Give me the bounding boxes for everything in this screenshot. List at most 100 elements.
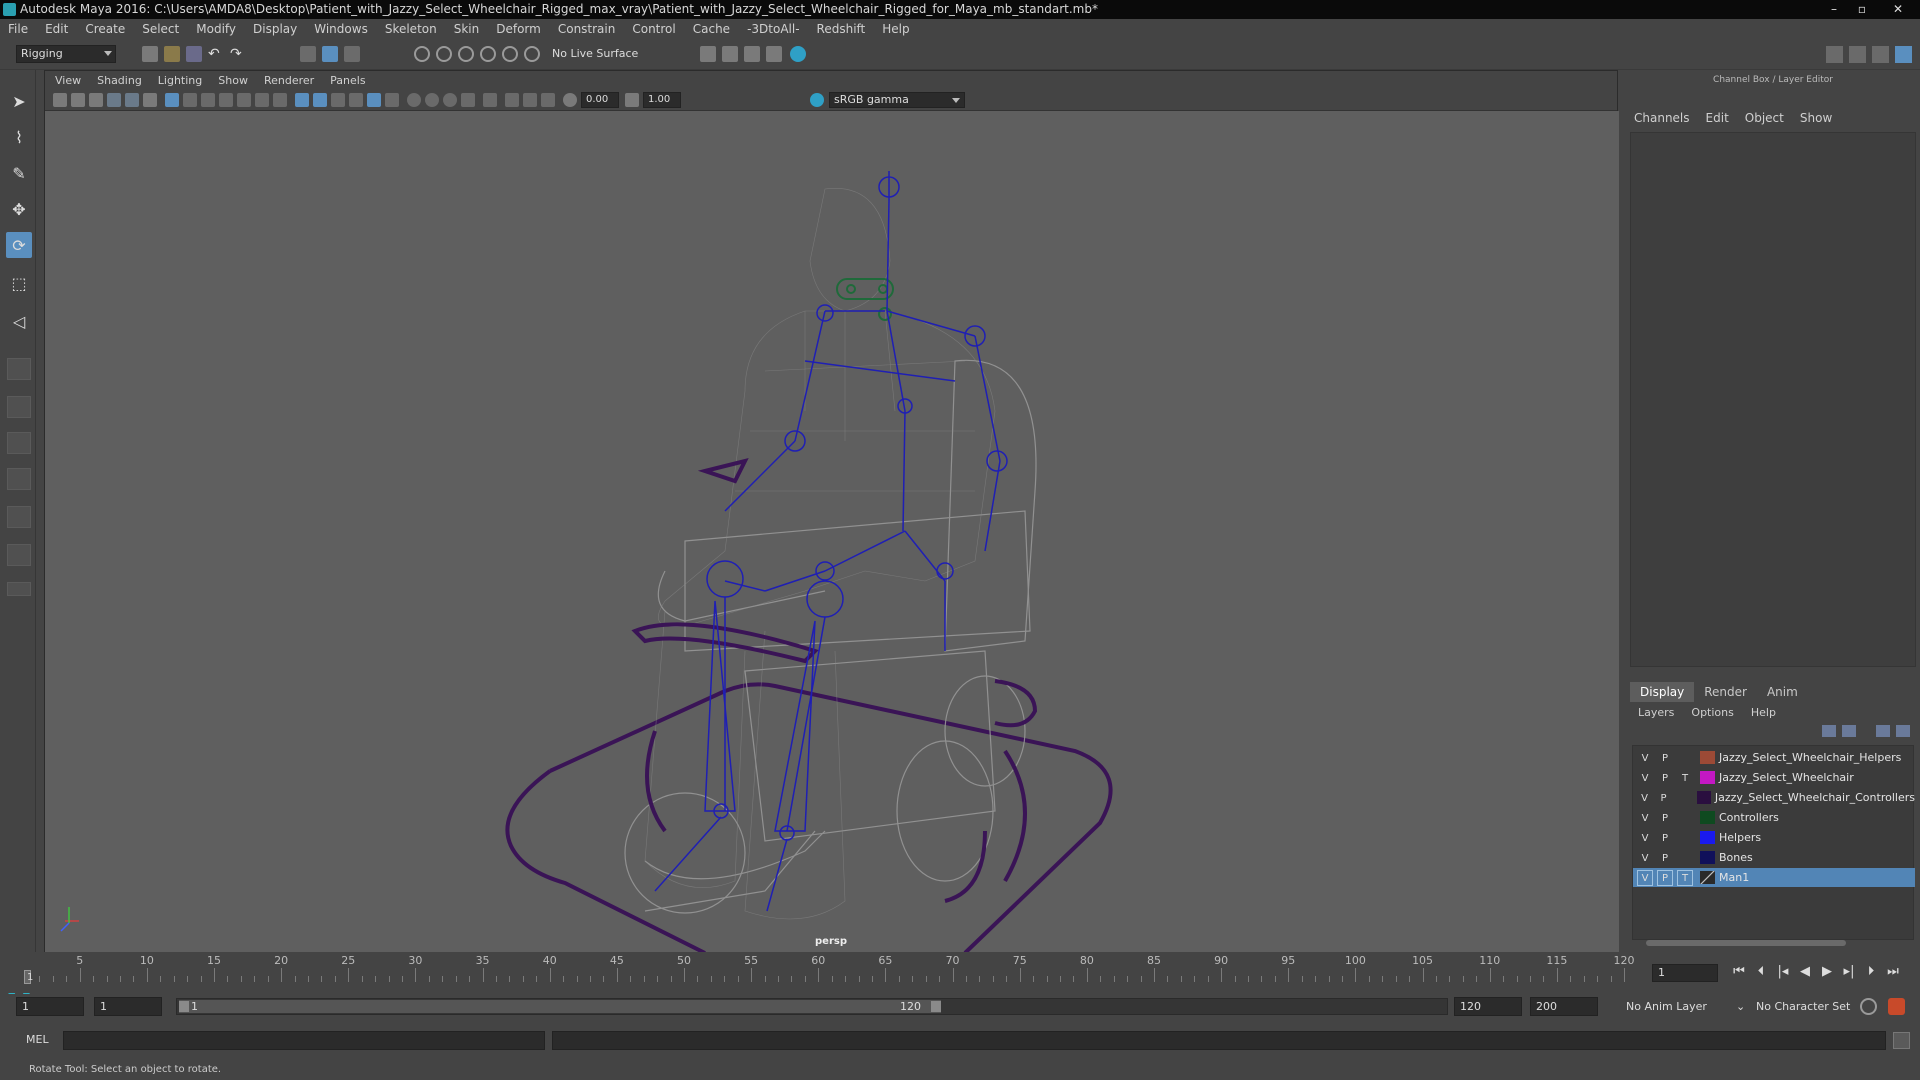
layer-display-type-toggle[interactable] — [1677, 850, 1693, 866]
range-slider-thumb[interactable]: 1 120 — [179, 1000, 941, 1013]
layer-menu-help[interactable]: Help — [1751, 706, 1776, 719]
layer-visibility-toggle[interactable]: V — [1637, 770, 1653, 786]
layer-visibility-toggle[interactable]: V — [1637, 810, 1653, 826]
maximize-button[interactable]: ▫ — [1848, 0, 1876, 19]
channel-menu-channels[interactable]: Channels — [1634, 111, 1690, 125]
step-forward-icon[interactable]: ⏵ — [1860, 963, 1882, 981]
layer-color-swatch[interactable] — [1700, 871, 1715, 884]
exposure-field[interactable]: 0.00 — [581, 92, 619, 108]
image-plane-icon[interactable] — [107, 93, 121, 107]
layer-row[interactable]: V P T Man1 — [1633, 868, 1915, 887]
gamma-icon[interactable] — [625, 93, 639, 107]
persp-graph-layout-icon[interactable] — [7, 506, 31, 528]
layer-playback-toggle[interactable]: P — [1656, 790, 1671, 806]
layer-playback-toggle[interactable]: P — [1657, 830, 1673, 846]
layer-row[interactable]: V P Jazzy_Select_Wheelchair_Helpers — [1633, 748, 1915, 767]
channel-menu-object[interactable]: Object — [1745, 111, 1784, 125]
persp-outliner-layout-icon[interactable] — [7, 468, 31, 490]
viewport-menu-panels[interactable]: Panels — [330, 74, 365, 87]
playback-end-field[interactable]: 120 — [1454, 997, 1522, 1016]
menu-modify[interactable]: Modify — [196, 22, 236, 36]
hypershade-layout-icon[interactable] — [7, 544, 31, 566]
range-start-handle[interactable] — [179, 1001, 189, 1012]
command-input[interactable] — [63, 1031, 545, 1050]
menu-3dtoall[interactable]: -3DtoAll- — [747, 22, 799, 36]
pan-zoom-icon[interactable] — [143, 93, 157, 107]
xray-icon[interactable] — [367, 93, 381, 107]
layer-playback-toggle[interactable]: P — [1657, 850, 1673, 866]
menu-skin[interactable]: Skin — [454, 22, 480, 36]
layer-color-swatch[interactable] — [1700, 851, 1715, 864]
open-scene-icon[interactable] — [164, 46, 180, 62]
resolution-gate-icon[interactable] — [201, 93, 215, 107]
channel-menu-show[interactable]: Show — [1800, 111, 1832, 125]
snap-view-plane-icon[interactable] — [480, 46, 496, 62]
menu-create[interactable]: Create — [85, 22, 125, 36]
layer-display-type-toggle[interactable]: T — [1677, 770, 1693, 786]
move-tool-icon[interactable]: ✥ — [6, 196, 32, 222]
new-scene-icon[interactable] — [142, 46, 158, 62]
two-view-layout-icon[interactable] — [7, 432, 31, 454]
menu-edit[interactable]: Edit — [45, 22, 68, 36]
bookmark-icon[interactable] — [89, 93, 103, 107]
new-empty-layer-icon[interactable] — [1876, 725, 1890, 737]
last-tool-icon[interactable]: ◁ — [6, 308, 32, 334]
live-surface-field[interactable]: No Live Surface — [552, 45, 648, 63]
play-forward-icon[interactable]: ▶ — [1816, 963, 1838, 981]
xray-joints-icon[interactable] — [385, 93, 399, 107]
scrollbar-thumb[interactable] — [1646, 940, 1846, 946]
go-to-start-icon[interactable]: ⏮ — [1728, 963, 1750, 981]
step-back-key-icon[interactable]: |◂ — [1772, 963, 1794, 981]
camera-icon[interactable] — [53, 93, 67, 107]
layer-row[interactable]: V P T Jazzy_Select_Wheelchair — [1633, 768, 1915, 787]
layer-menu-options[interactable]: Options — [1691, 706, 1733, 719]
current-frame-field[interactable]: 1 — [1652, 964, 1718, 982]
menu-control[interactable]: Control — [632, 22, 675, 36]
field-chart-icon[interactable] — [237, 93, 251, 107]
menu-cache[interactable]: Cache — [693, 22, 730, 36]
layer-playback-toggle[interactable]: P — [1657, 810, 1673, 826]
layout-options-icon[interactable] — [7, 582, 31, 596]
default-material-icon[interactable] — [331, 93, 345, 107]
save-scene-icon[interactable] — [186, 46, 202, 62]
frame-selected-icon[interactable] — [523, 93, 537, 107]
layer-visibility-toggle[interactable]: V — [1637, 790, 1652, 806]
snap-live-icon[interactable] — [524, 46, 540, 62]
gamma-field[interactable]: 1.00 — [643, 92, 681, 108]
layer-visibility-toggle[interactable]: V — [1637, 869, 1653, 886]
ambient-occlusion-icon[interactable] — [425, 93, 439, 107]
close-button[interactable]: ✕ — [1876, 0, 1920, 19]
layer-color-swatch[interactable] — [1700, 771, 1715, 784]
viewport-menu-shading[interactable]: Shading — [97, 74, 142, 87]
anti-aliasing-icon[interactable] — [461, 93, 475, 107]
frame-all-icon[interactable] — [505, 93, 519, 107]
viewport-menu-renderer[interactable]: Renderer — [264, 74, 314, 87]
safe-title-icon[interactable] — [273, 93, 287, 107]
select-tool-icon[interactable]: ➤ — [6, 88, 32, 114]
tab-display[interactable]: Display — [1630, 682, 1695, 702]
select-hierarchy-icon[interactable] — [300, 46, 316, 62]
grid-icon[interactable] — [165, 93, 179, 107]
grease-pencil-icon[interactable] — [125, 93, 139, 107]
tool-settings-icon[interactable] — [1872, 46, 1889, 63]
two-sided-lighting-icon[interactable] — [541, 93, 555, 107]
layer-visibility-toggle[interactable]: V — [1637, 750, 1653, 766]
range-slider[interactable]: 1 120 — [176, 998, 1448, 1015]
layer-row[interactable]: V P Controllers — [1633, 808, 1915, 827]
menu-skeleton[interactable]: Skeleton — [385, 22, 437, 36]
safe-action-icon[interactable] — [255, 93, 269, 107]
menu-help[interactable]: Help — [882, 22, 909, 36]
menu-windows[interactable]: Windows — [314, 22, 368, 36]
snap-curve-icon[interactable] — [436, 46, 452, 62]
layer-playback-toggle[interactable]: P — [1657, 869, 1673, 886]
script-editor-icon[interactable] — [1893, 1032, 1910, 1049]
render-settings-icon[interactable] — [766, 46, 782, 62]
layer-playback-toggle[interactable]: P — [1657, 770, 1673, 786]
time-slider[interactable]: 5 10 15 20 25 30 35 40 45 50 55 60 65 70 75 80 85 90 95 100… — [20, 952, 1640, 986]
exposure-icon[interactable] — [563, 93, 577, 107]
rotate-tool-icon[interactable]: ⟳ — [6, 232, 32, 258]
anim-layer-dropdown[interactable]: No Anim Layer — [1626, 997, 1707, 1016]
layer-visibility-toggle[interactable]: V — [1637, 830, 1653, 846]
menu-deform[interactable]: Deform — [496, 22, 541, 36]
range-end-handle[interactable] — [931, 1001, 941, 1012]
